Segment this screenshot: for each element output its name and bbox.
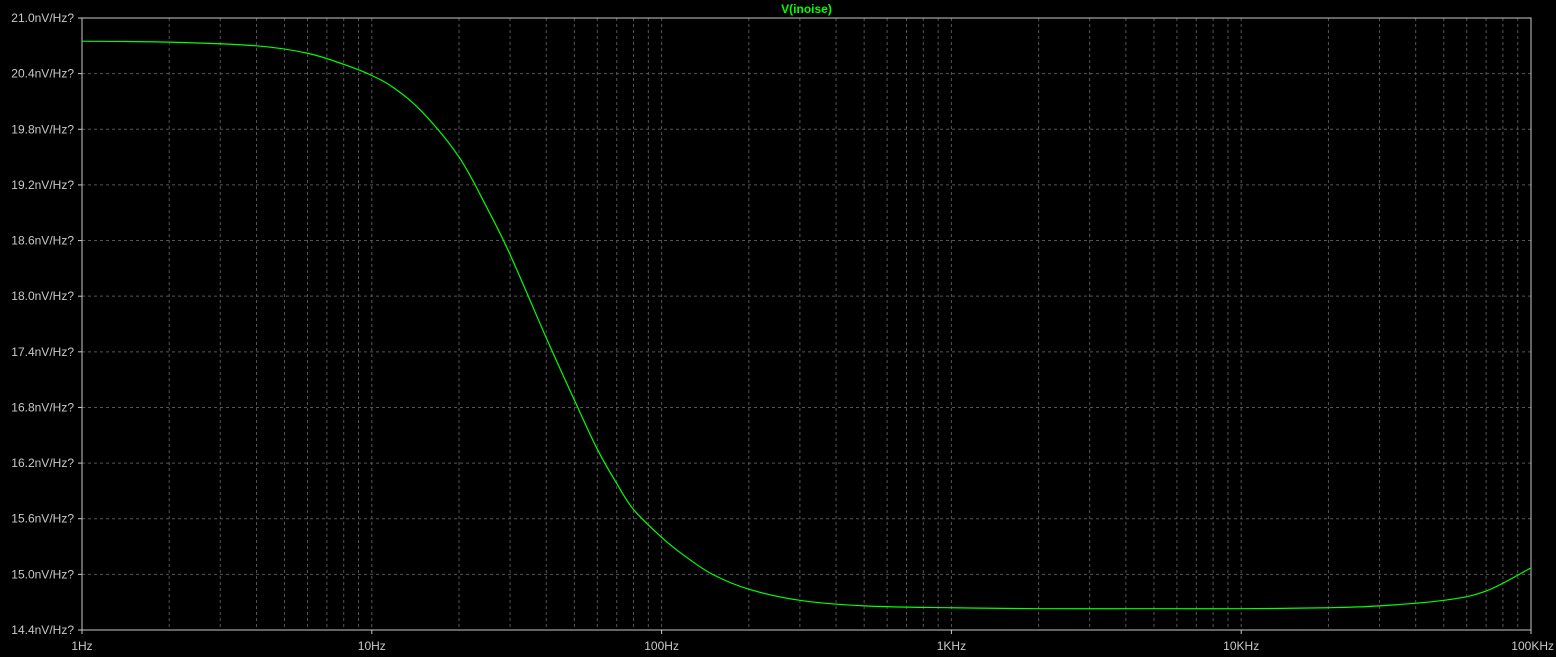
x-tick-label: 1KHz <box>937 639 966 653</box>
y-tick-label: 20.4nV/Hz? <box>11 67 74 81</box>
x-tick-label: 100Hz <box>644 639 679 653</box>
x-tick-label: 10KHz <box>1223 639 1259 653</box>
x-tick-label: 100KHz <box>1511 639 1554 653</box>
y-tick-label: 15.0nV/Hz? <box>11 567 74 581</box>
y-tick-label: 14.4nV/Hz? <box>11 623 74 637</box>
y-tick-label: 18.0nV/Hz? <box>11 289 74 303</box>
y-tick-label: 17.4nV/Hz? <box>11 345 74 359</box>
x-tick-label: 10Hz <box>358 639 386 653</box>
y-tick-label: 16.2nV/Hz? <box>11 456 74 470</box>
plot-background <box>0 0 1556 657</box>
x-tick-label: 1Hz <box>71 639 92 653</box>
y-tick-label: 21.0nV/Hz? <box>11 11 74 25</box>
waveform-plot[interactable]: 21.0nV/Hz? 20.4nV/Hz? 19.8nV/Hz? 19.2nV/Hz?… <box>0 0 1556 657</box>
y-tick-label: 19.2nV/Hz? <box>11 178 74 192</box>
y-tick-label: 18.6nV/Hz? <box>11 234 74 248</box>
y-tick-label: 19.8nV/Hz? <box>11 122 74 136</box>
y-tick-label: 16.8nV/Hz? <box>11 400 74 414</box>
y-tick-label: 15.6nV/Hz? <box>11 512 74 526</box>
trace-label[interactable]: V(inoise) <box>781 2 832 16</box>
